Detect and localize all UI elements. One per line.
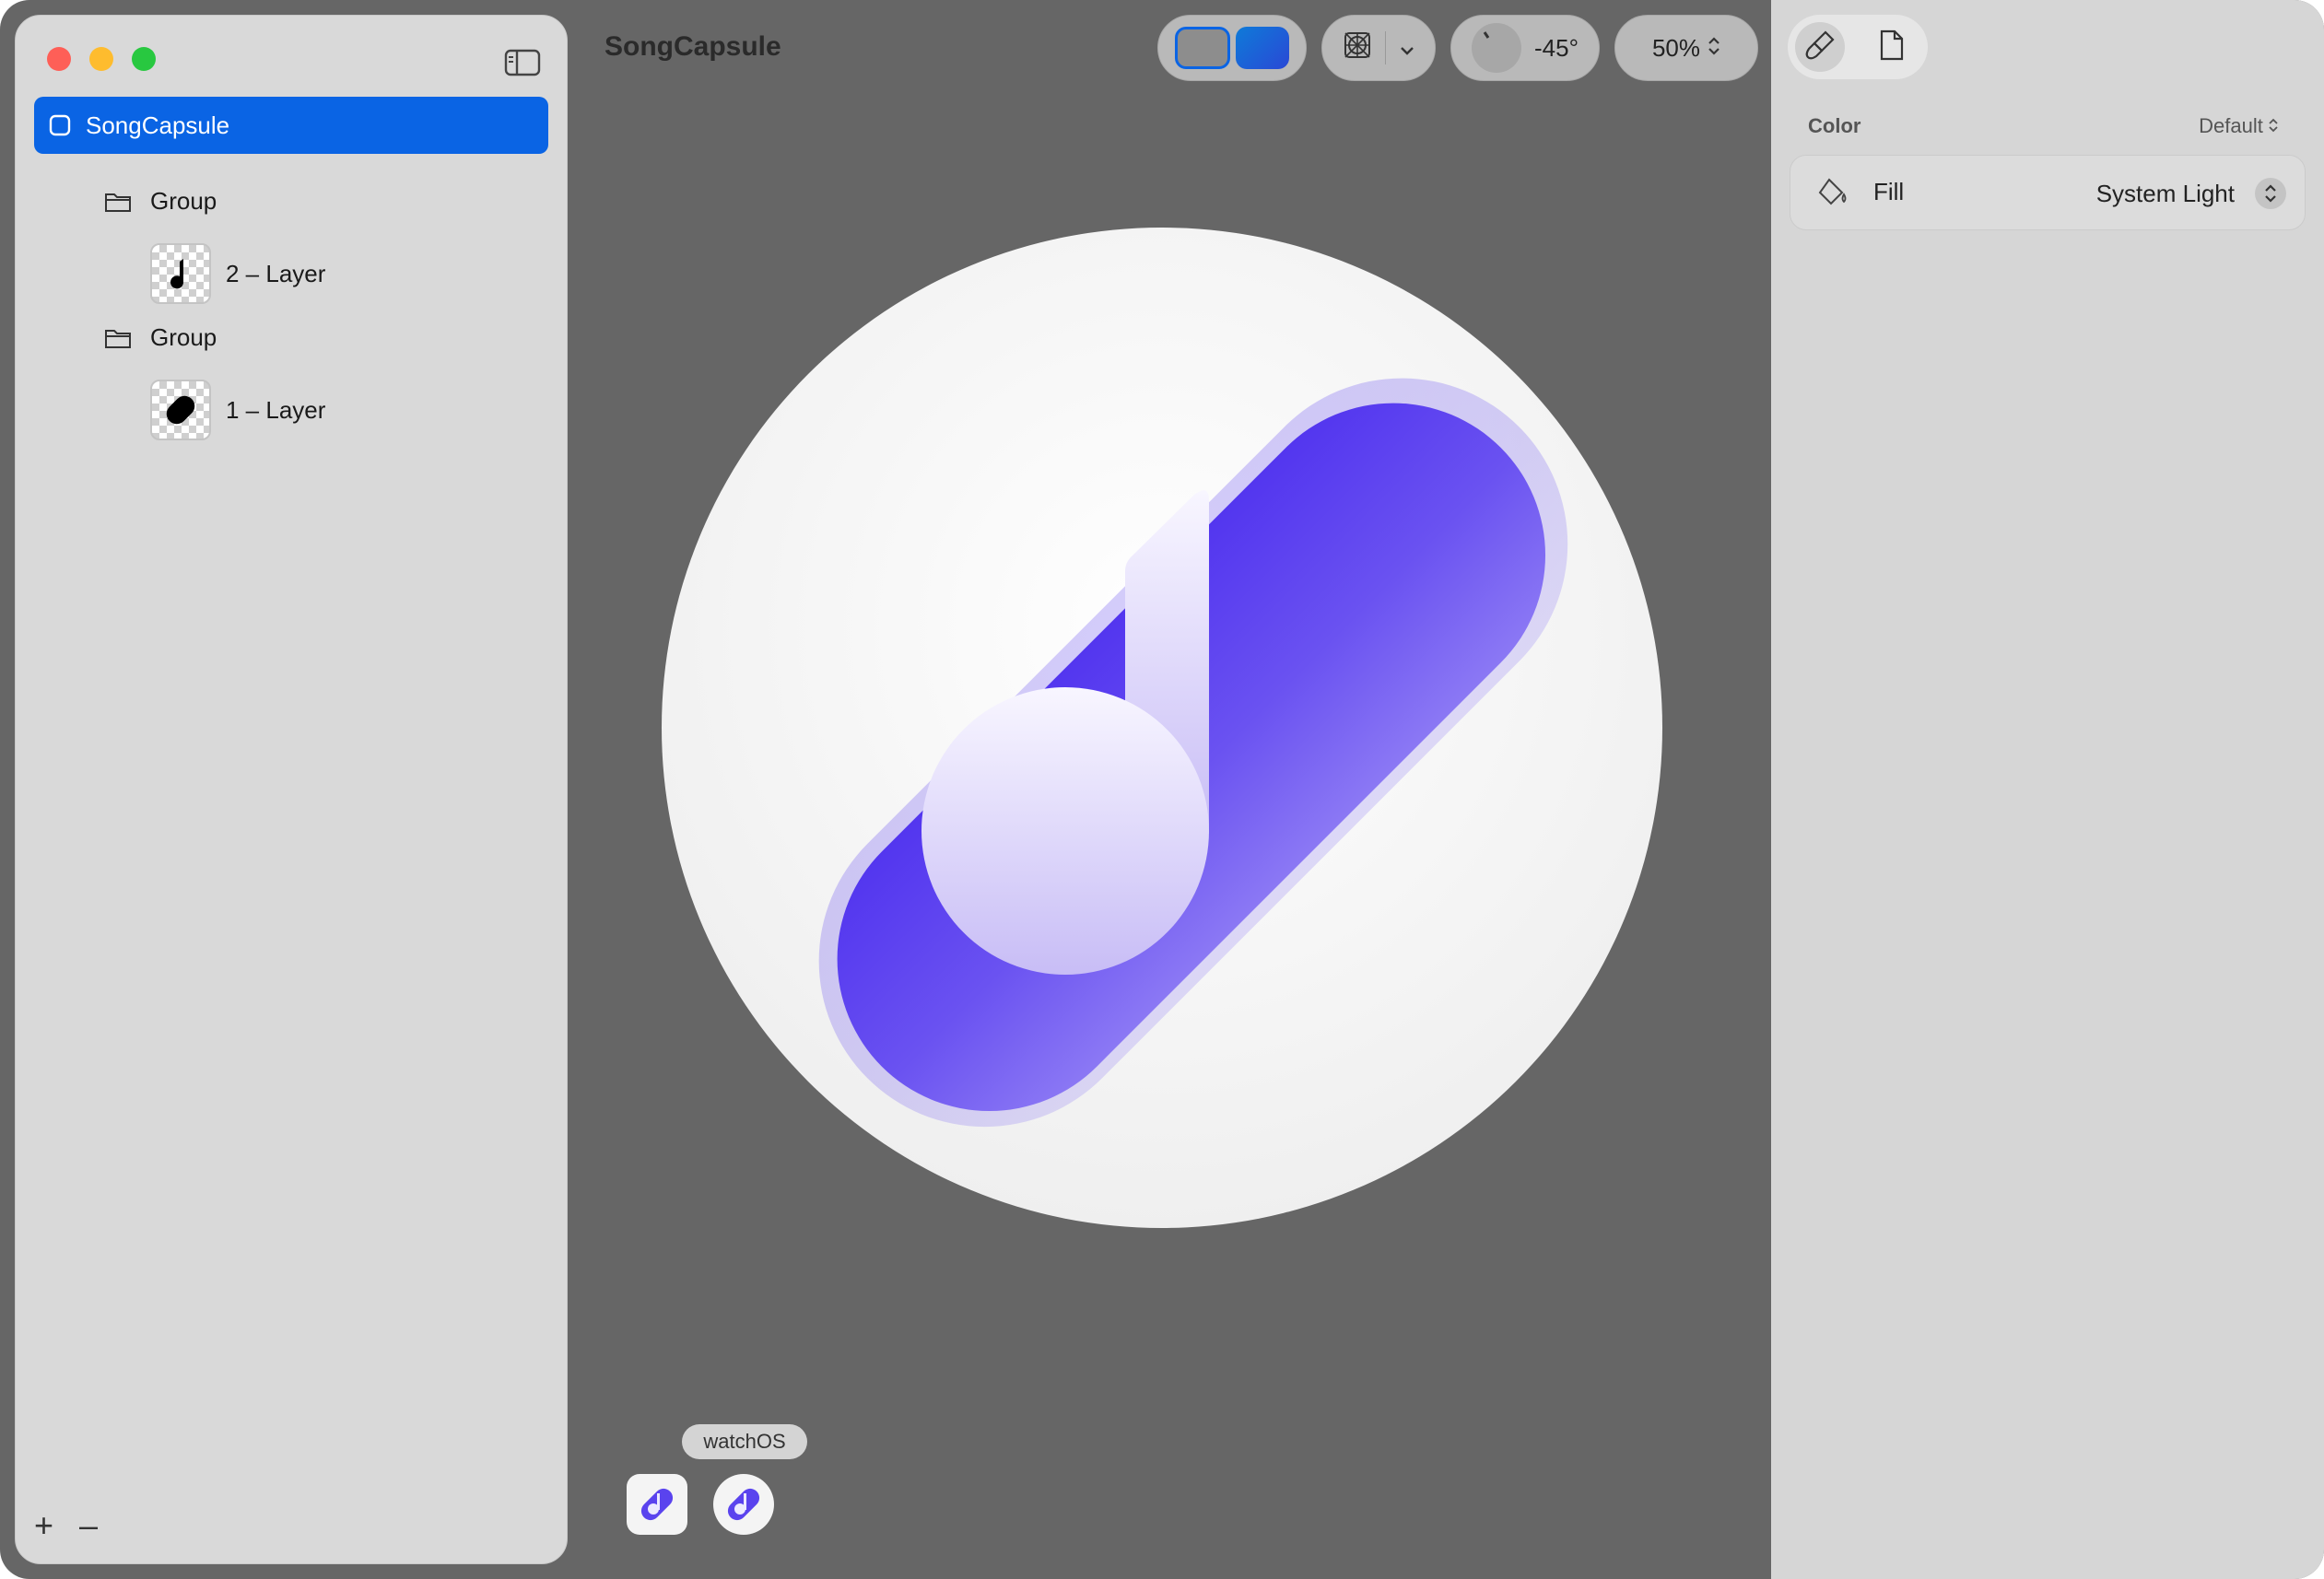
sidebar-item-layer-1[interactable]: 1 – Layer xyxy=(34,375,548,445)
grid-options-button[interactable] xyxy=(1321,15,1436,81)
fill-value: System Light xyxy=(2095,180,2235,207)
grid-icon xyxy=(1343,30,1372,66)
icon-preview[interactable] xyxy=(660,226,1664,1234)
stepper-icon xyxy=(1708,34,1720,63)
inspector-tabs xyxy=(1788,15,1928,79)
sidebar-item-label: Group xyxy=(150,186,217,215)
angle-value: -45° xyxy=(1534,33,1579,62)
close-window-button[interactable] xyxy=(47,47,71,71)
sidebar-item-label: Group xyxy=(150,322,217,351)
section-label: Color xyxy=(1808,114,1861,137)
folder-icon xyxy=(104,327,132,356)
sidebar-toggle-icon[interactable] xyxy=(504,49,541,76)
chevron-down-icon xyxy=(1399,34,1415,63)
document-title: SongCapsule xyxy=(604,31,781,62)
sidebar-item-layer-2[interactable]: 2 – Layer xyxy=(34,239,548,309)
color-mode-select[interactable]: Default xyxy=(2199,114,2278,138)
inspector-panel: Color Default Fill System Light xyxy=(1771,0,2324,1579)
app-window: SongCapsule Group 2 – Layer Group 1 – La xyxy=(0,0,2324,1579)
app-square-icon xyxy=(49,114,71,143)
watchos-round-variant[interactable] xyxy=(713,1474,774,1535)
sidebar-footer: + – xyxy=(34,1506,98,1545)
document-icon xyxy=(1878,29,1906,66)
color-mode-value: Default xyxy=(2199,114,2263,137)
sidebar-item-label: 1 – Layer xyxy=(226,395,326,424)
sidebar-item-label: 2 – Layer xyxy=(226,259,326,287)
minimize-window-button[interactable] xyxy=(89,47,113,71)
sidebar-item-songcapsule[interactable]: SongCapsule xyxy=(34,97,548,154)
maximize-window-button[interactable] xyxy=(132,47,156,71)
document-tab[interactable] xyxy=(1867,22,1917,72)
paintbrush-icon xyxy=(1803,29,1837,66)
dark-mode-swatch[interactable] xyxy=(1236,27,1289,69)
brush-tab[interactable] xyxy=(1795,22,1845,72)
add-layer-button[interactable]: + xyxy=(34,1506,53,1545)
fill-row[interactable]: Fill System Light xyxy=(1790,155,2306,230)
zoom-control[interactable]: 50% xyxy=(1614,15,1758,81)
sidebar-item-group-2[interactable]: Group xyxy=(34,172,548,229)
sidebar-item-group-1[interactable]: Group xyxy=(34,309,548,366)
fill-label: Fill xyxy=(1873,178,1905,205)
remove-layer-button[interactable]: – xyxy=(79,1506,98,1545)
folder-icon xyxy=(104,191,132,219)
appearance-toggle[interactable] xyxy=(1157,15,1307,81)
stepper-icon xyxy=(2269,114,2278,137)
light-mode-swatch[interactable] xyxy=(1175,27,1230,69)
platform-label: watchOS xyxy=(682,1424,807,1459)
layer-thumbnail xyxy=(150,380,211,440)
layer-thumbnail xyxy=(150,243,211,304)
zoom-value: 50% xyxy=(1651,33,1701,62)
angle-dial-icon xyxy=(1472,23,1521,73)
paint-bucket-icon xyxy=(1816,176,1849,214)
watchos-square-variant[interactable] xyxy=(627,1474,687,1535)
fill-stepper-button[interactable] xyxy=(2255,178,2286,209)
sidebar-item-label: SongCapsule xyxy=(86,111,230,139)
light-angle-control[interactable]: -45° xyxy=(1450,15,1600,81)
layers-sidebar: SongCapsule Group 2 – Layer Group 1 – La xyxy=(15,15,568,1564)
